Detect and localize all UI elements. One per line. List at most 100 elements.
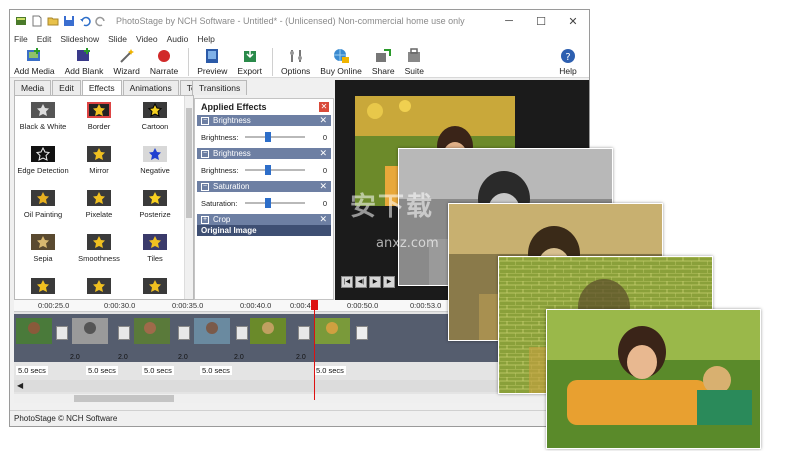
menu-slideshow[interactable]: Slideshow [60,34,99,44]
collapse-icon[interactable]: − [201,116,209,125]
remove-effect-icon[interactable]: ✕ [319,214,327,225]
effect-sepia[interactable]: Sepia [15,234,71,263]
maximize-button[interactable]: ☐ [525,10,557,32]
menu-help[interactable]: Help [197,34,214,44]
tab-media[interactable]: Media [14,80,52,95]
share-icon [376,49,392,62]
export-button[interactable]: Export [237,46,262,76]
menu-edit[interactable]: Edit [37,34,52,44]
clip-duration[interactable]: 5.0 secs [200,366,232,375]
transition-icon[interactable] [236,326,248,340]
preview-button[interactable]: Preview [197,46,227,76]
skip-start-button[interactable]: |◀ [341,276,353,288]
tab-edit[interactable]: Edit [52,80,81,95]
effect-tiles[interactable]: Tiles [127,234,183,263]
collapse-icon[interactable]: − [201,182,209,191]
effect-header-saturation[interactable]: − Saturation ✕ [197,181,331,192]
share-button[interactable]: Share [372,46,395,76]
close-button[interactable]: ✕ [557,10,589,32]
collapse-icon[interactable]: − [201,149,209,158]
buy-online-icon [334,49,350,63]
effect-pixelate[interactable]: Pixelate [71,190,127,219]
help-icon: ? [561,49,575,63]
tab-animations[interactable]: Animations [122,80,179,95]
menu-file[interactable]: File [14,34,28,44]
record-icon [158,50,171,62]
effect-header-crop[interactable]: + Crop ✕ [197,214,331,225]
clip-duration[interactable]: 5.0 secs [314,366,346,375]
menu-video[interactable]: Video [136,34,158,44]
undo-icon[interactable] [78,15,91,28]
transition-icon[interactable] [118,326,130,340]
narrate-button[interactable]: Narrate [150,46,178,76]
menu-audio[interactable]: Audio [167,34,189,44]
transition-icon[interactable] [298,326,310,340]
ruler-tick: 0:00:35.0 [172,301,204,310]
open-folder-icon[interactable] [46,15,59,28]
transition-icon[interactable] [178,326,190,340]
app-logo-icon [14,15,27,28]
suite-button[interactable]: Suite [405,46,424,76]
timeline-clip[interactable] [72,318,108,352]
effect-mirror[interactable]: Mirror [71,146,127,175]
timeline-clip-selected[interactable] [314,318,350,352]
remove-all-effects-button[interactable]: ✕ [319,102,329,112]
timeline-clip[interactable] [16,318,52,352]
help-button[interactable]: ? Help [559,46,577,76]
options-button[interactable]: Options [281,46,310,76]
brightness-slider-2[interactable] [245,165,305,175]
clip-duration[interactable]: 5.0 secs [16,366,48,375]
remove-effect-icon[interactable]: ✕ [319,181,327,192]
clip-duration[interactable]: 5.0 secs [86,366,118,375]
effect-header-brightness[interactable]: − Brightness ✕ [197,115,331,126]
effect-black-white[interactable]: Black & White [15,102,71,131]
star-icon [149,148,161,160]
timeline-scrollbar[interactable] [14,394,589,403]
slider-knob[interactable] [265,198,271,208]
effect-edge-detection[interactable]: Edge Detection [15,146,71,175]
add-slide-arrow-icon[interactable] [356,326,368,340]
scroll-thumb[interactable] [186,108,192,218]
effect-oil-painting[interactable]: Oil Painting [15,190,71,219]
redo-icon[interactable] [94,15,107,28]
star-icon [148,103,162,117]
menu-slide[interactable]: Slide [108,34,127,44]
effect-more[interactable] [71,278,127,294]
new-file-icon[interactable] [30,15,43,28]
buy-online-button[interactable]: Buy Online [320,46,362,76]
slider-knob[interactable] [265,165,271,175]
next-frame-button[interactable]: ▶ [383,276,395,288]
effect-header-brightness-2[interactable]: − Brightness ✕ [197,148,331,159]
svg-text:?: ? [565,52,570,63]
save-icon[interactable] [62,15,75,28]
effect-more[interactable] [127,278,183,294]
effect-posterize[interactable]: Posterize [127,190,183,219]
brightness-slider[interactable] [245,132,305,142]
effect-border[interactable]: Border [71,102,127,131]
add-media-button[interactable]: Add Media [14,46,55,76]
playhead[interactable] [311,300,318,400]
saturation-slider[interactable] [245,198,305,208]
effect-more[interactable] [15,278,71,294]
transition-icon[interactable] [56,326,68,340]
timeline-clip[interactable] [250,318,286,352]
slider-knob[interactable] [265,132,271,142]
scroll-thumb[interactable] [74,395,174,402]
effects-scrollbar[interactable] [184,96,193,299]
timeline-clip[interactable] [194,318,230,352]
tab-effects[interactable]: Effects [81,80,122,95]
remove-effect-icon[interactable]: ✕ [319,148,327,159]
play-button[interactable]: ▶ [369,276,381,288]
prev-frame-button[interactable]: ◀| [355,276,367,288]
effect-negative[interactable]: Negative [127,146,183,175]
clip-duration[interactable]: 5.0 secs [142,366,174,375]
effect-cartoon[interactable]: Cartoon [127,102,183,131]
remove-effect-icon[interactable]: ✕ [319,115,327,126]
add-blank-button[interactable]: Add Blank [65,46,103,76]
expand-icon[interactable]: + [201,215,209,224]
tab-transitions[interactable]: Transitions [192,80,248,95]
effect-smoothness[interactable]: Smoothness [71,234,127,263]
timeline-clip[interactable] [134,318,170,352]
minimize-button[interactable]: ─ [493,10,525,32]
wizard-button[interactable]: Wizard [113,46,140,76]
